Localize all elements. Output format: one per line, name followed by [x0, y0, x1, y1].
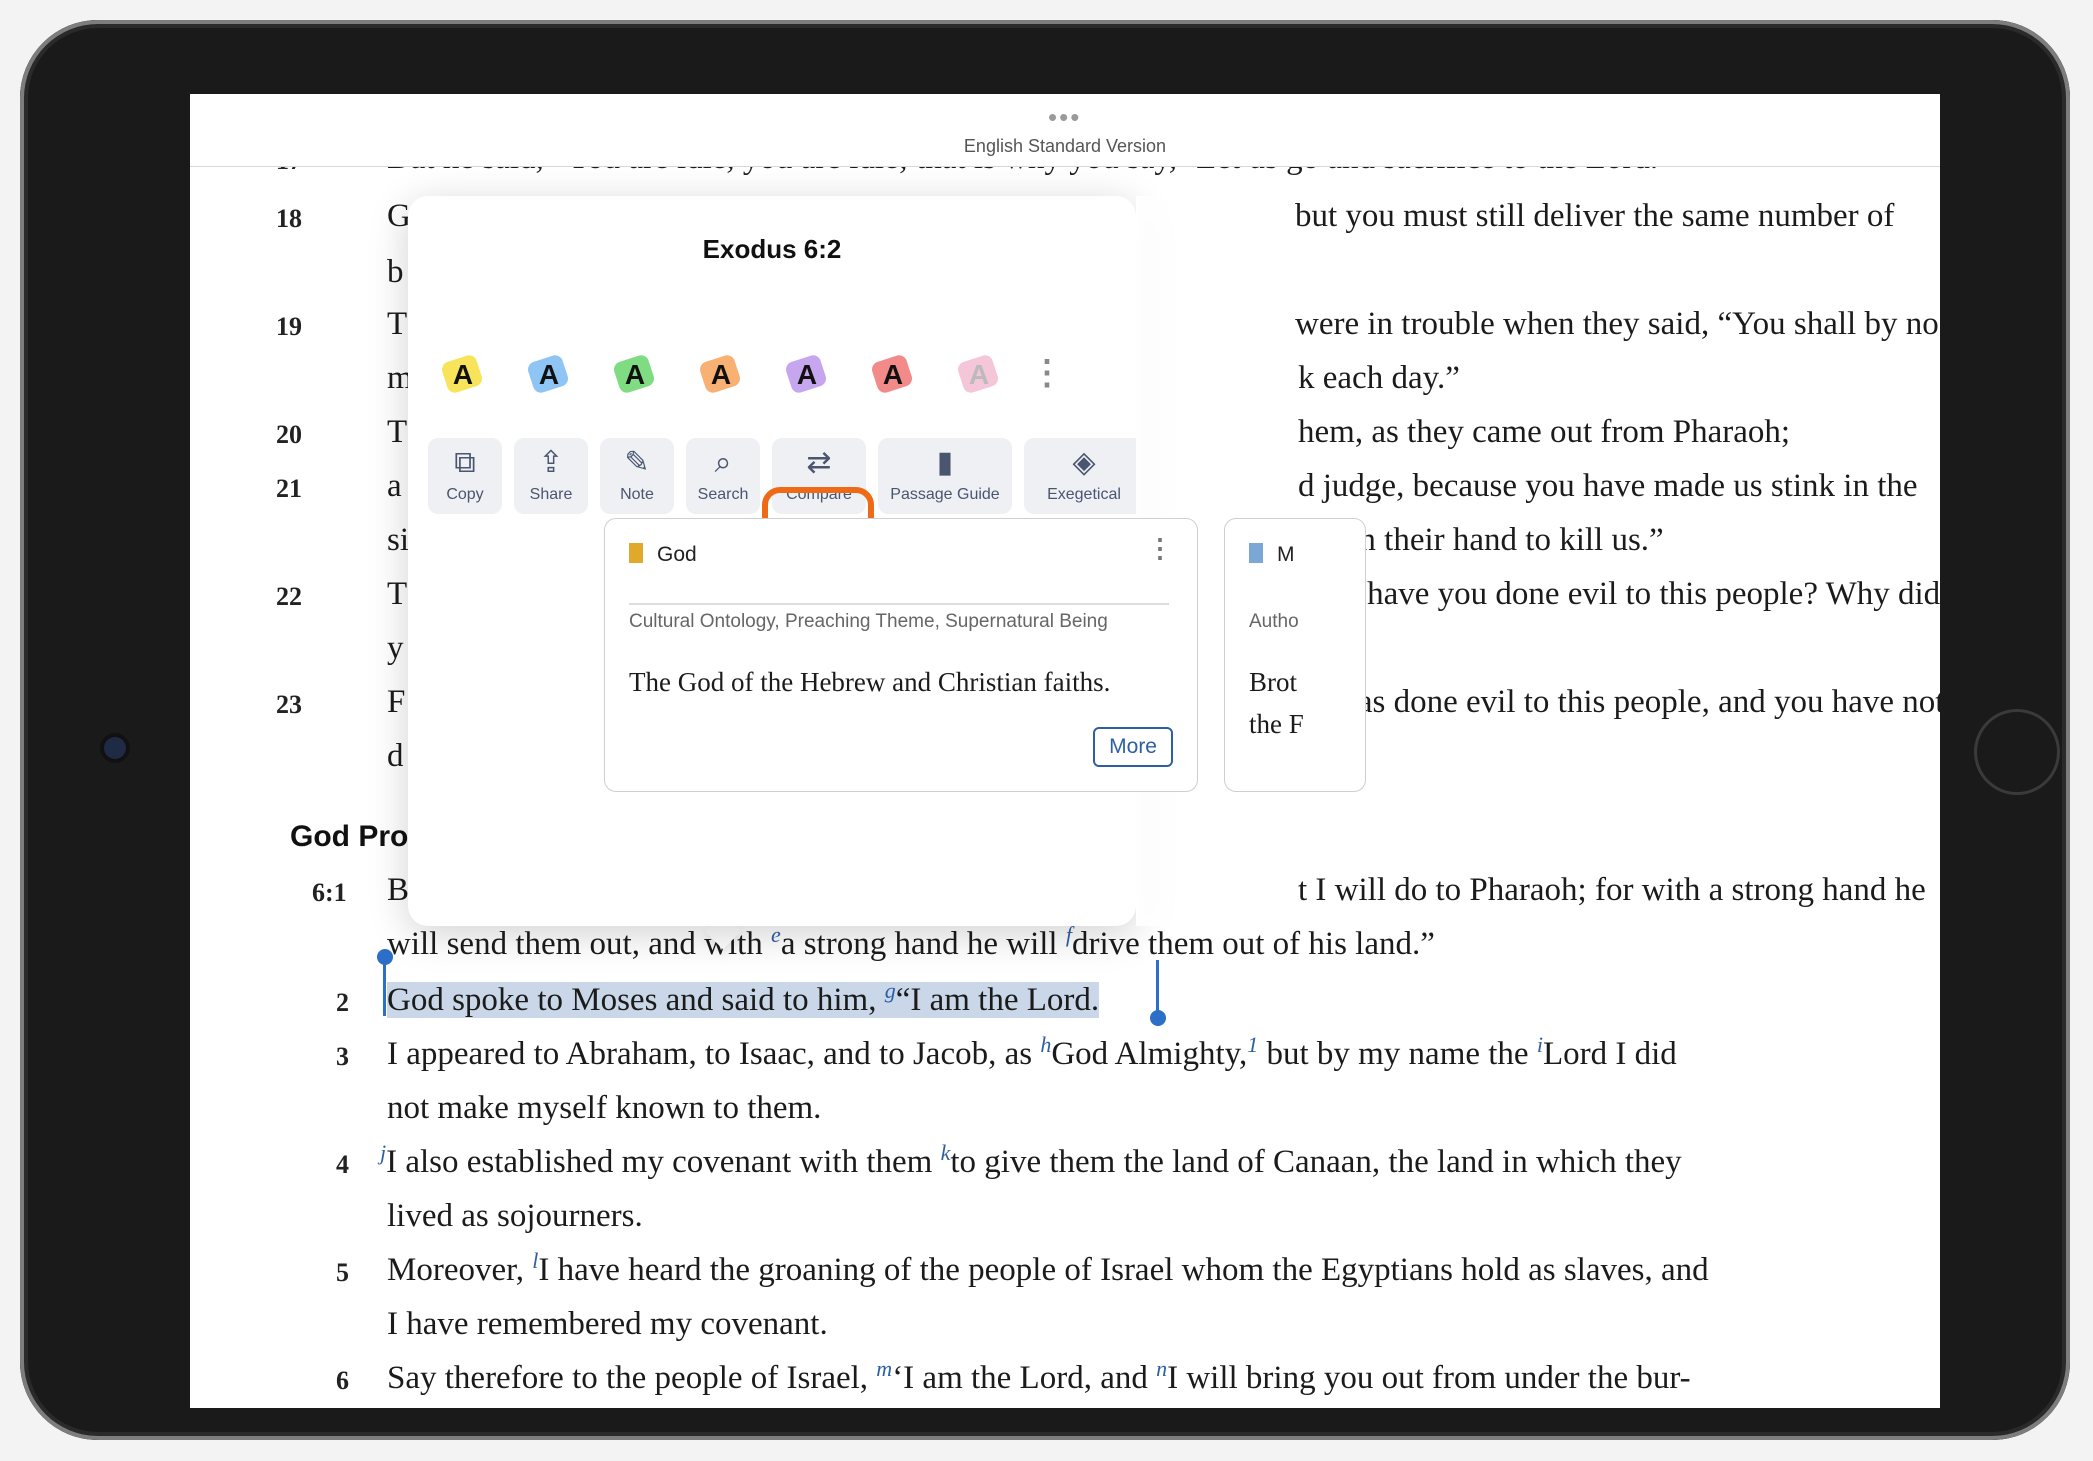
footnote-marker[interactable]: h	[1040, 1032, 1051, 1057]
more-button[interactable]: More	[1093, 727, 1173, 767]
verse-number: 4	[336, 1150, 349, 1179]
verse-number: 23	[276, 690, 302, 719]
highlight-yellow-button[interactable]: A	[436, 348, 490, 402]
passage-guide-button[interactable]: ▮ Passage Guide	[878, 438, 1012, 514]
verse-number: 22	[276, 582, 302, 611]
search-button[interactable]: ⌕ Search	[686, 438, 760, 514]
footnote-marker[interactable]: 1	[1247, 1032, 1258, 1057]
copy-button[interactable]: ⧉ Copy	[428, 438, 502, 514]
screen: ••• English Standard Version 17 But he s…	[190, 94, 1940, 1408]
verse-text[interactable]: k each day.”	[1298, 360, 1598, 397]
verse-text[interactable]: will send them out, and with ea strong h…	[387, 922, 1737, 963]
verse-text[interactable]: I have remembered my covenant.	[387, 1306, 1737, 1343]
reader-header: ••• English Standard Version	[190, 94, 1940, 167]
highlight-palette: A A A A A A A	[428, 348, 1128, 408]
note-button[interactable]: ✎ Note	[600, 438, 674, 514]
card-more-icon[interactable]: ⋮	[1147, 535, 1173, 561]
verse-text[interactable]: lived as sojourners.	[387, 1198, 1737, 1235]
card-definition: Brot	[1249, 667, 1298, 697]
highlight-pink-button[interactable]: A	[952, 348, 1006, 402]
verse-text[interactable]: I appeared to Abraham, to Isaac, and to …	[387, 1032, 1737, 1073]
compare-icon: ⇄	[806, 446, 832, 479]
factbook-card-god[interactable]: God ⋮ Cultural Ontology, Preaching Theme…	[604, 518, 1198, 792]
popup-title: Exodus 6:2	[702, 234, 842, 264]
verse-number: 3	[336, 1042, 349, 1071]
verse-text[interactable]: Moreover, lI have heard the groaning of …	[387, 1248, 1737, 1289]
highlight-orange-button[interactable]: A	[694, 348, 748, 402]
ipad-frame: ••• English Standard Version 17 But he s…	[20, 20, 2070, 1440]
verse-text[interactable]: d judge, because you have made us stink …	[1298, 468, 1918, 505]
exegetical-button[interactable]: ◈ Exegetical	[1024, 438, 1136, 514]
verse-number: 2	[336, 988, 349, 1017]
highlight-red-button[interactable]: A	[866, 348, 920, 402]
selection-end-handle[interactable]	[1150, 1010, 1166, 1026]
share-button[interactable]: ⇪ Share	[514, 438, 588, 514]
share-icon: ⇪	[538, 446, 564, 479]
factbook-card-moses[interactable]: M Autho Brot the F	[1224, 518, 1366, 792]
verse-number: 18	[276, 204, 302, 233]
verse-text[interactable]: not make myself known to them.	[387, 1090, 1737, 1127]
card-header: God	[629, 543, 1169, 605]
verse-text[interactable]: hem, as they came out from Pharaoh;	[1298, 414, 1790, 451]
verse-text[interactable]: but you must still deliver the same numb…	[1295, 198, 1894, 235]
verse-number: 5	[336, 1258, 349, 1287]
card-definition: The God of the Hebrew and Christian fait…	[629, 667, 1111, 697]
verse-text[interactable]: were in trouble when they said, “You sha…	[1295, 306, 1939, 343]
home-button[interactable]	[1974, 709, 2060, 795]
verse-number: 19	[276, 312, 302, 341]
footnote-marker[interactable]: i	[1537, 1032, 1543, 1057]
highlight-green-button[interactable]: A	[608, 348, 662, 402]
verse-text[interactable]: Say therefore to the people of Israel, m…	[387, 1356, 1737, 1397]
footnote-marker[interactable]: k	[941, 1140, 951, 1165]
bible-version-title[interactable]: English Standard Version	[190, 136, 1940, 157]
copy-icon: ⧉	[454, 446, 476, 479]
book-icon: ▮	[936, 446, 954, 479]
highlight-more-icon[interactable]: ⋮	[1030, 356, 1064, 390]
selection-end-bar	[1156, 960, 1159, 1016]
highlight-blue-button[interactable]: A	[522, 348, 576, 402]
more-dots-icon[interactable]: •••	[1048, 102, 1081, 133]
exegetical-icon: ◈	[1072, 446, 1096, 479]
verse-number: 6	[336, 1366, 349, 1395]
card-categories: Cultural Ontology, Preaching Theme, Supe…	[629, 611, 1108, 632]
card-definition: the F	[1249, 709, 1304, 739]
footnote-marker[interactable]: j	[380, 1140, 386, 1165]
verse-text[interactable]: jI also established my covenant with the…	[380, 1140, 1730, 1181]
section-heading: God Pro	[290, 820, 409, 853]
footnote-marker[interactable]: l	[532, 1248, 538, 1273]
footnote-marker[interactable]: m	[876, 1356, 892, 1381]
search-icon: ⌕	[714, 446, 732, 479]
selection-start-bar	[383, 960, 386, 1016]
person-icon	[629, 543, 643, 563]
card-header: M	[1249, 543, 1295, 567]
verse-number: 6:1	[312, 878, 347, 907]
verse-number: 21	[276, 474, 302, 503]
selected-verse-text[interactable]: God spoke to Moses and said to him, g“I …	[387, 978, 1737, 1019]
card-categories: Autho	[1249, 611, 1299, 632]
highlight-purple-button[interactable]: A	[780, 348, 834, 402]
pencil-icon: ✎	[624, 446, 650, 479]
footnote-marker[interactable]: n	[1156, 1356, 1167, 1381]
front-camera	[104, 737, 126, 759]
card-title: God	[657, 543, 697, 566]
verse-text[interactable]: t I will do to Pharaoh; for with a stron…	[1298, 872, 1926, 909]
footnote-marker[interactable]: g	[885, 978, 896, 1003]
person-icon	[1249, 543, 1263, 563]
verse-number: 20	[276, 420, 302, 449]
